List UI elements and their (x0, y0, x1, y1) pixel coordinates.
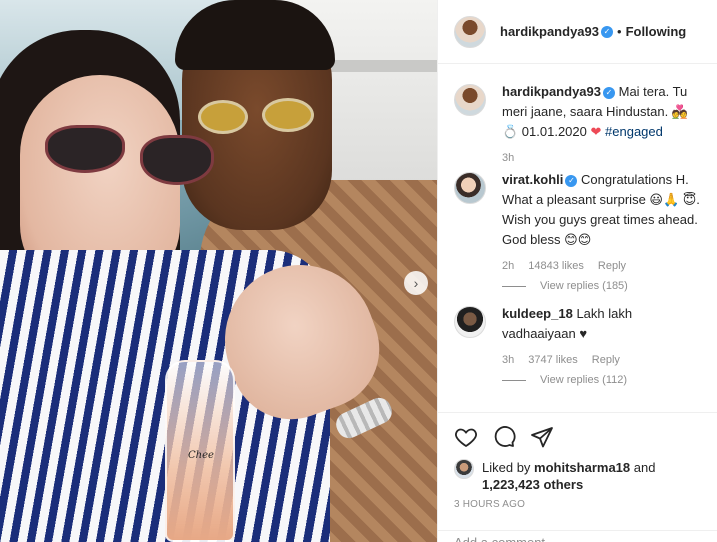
header-username[interactable]: hardikpandya93 (500, 24, 599, 39)
separator-dot: • (617, 24, 622, 39)
verified-badge-icon: ✓ (603, 86, 615, 99)
comment-meta: 3h 3747 likes Reply (502, 354, 701, 366)
hashtag-link[interactable]: #engaged (605, 124, 663, 139)
likes-count[interactable]: 1,223,423 others (482, 477, 583, 492)
comment-username[interactable]: kuldeep_18 (502, 306, 573, 321)
next-photo-button[interactable]: › (404, 271, 428, 295)
photo-man-sunglasses-left (198, 100, 248, 134)
heart-icon[interactable] (454, 425, 478, 452)
post-actions: Liked by mohitsharma18 and 1,223,423 oth… (438, 412, 717, 518)
list-item: kuldeep_18 Lakh lakh vadhaaiyaan ♥ (454, 306, 701, 344)
avatar[interactable] (454, 306, 486, 338)
post-sidebar: hardikpandya93 ✓ • Following hardikpandy… (437, 0, 717, 542)
comment-time[interactable]: 3h (502, 354, 514, 366)
caption-time[interactable]: 3h (502, 152, 514, 164)
comment-icon[interactable] (492, 425, 516, 452)
liked-by-user[interactable]: mohitsharma18 (534, 460, 630, 475)
avatar[interactable] (454, 172, 486, 204)
liked-by-and: and (633, 460, 656, 475)
add-comment-input[interactable]: Add a comment… (438, 530, 717, 542)
view-replies-label: View replies (112) (540, 374, 628, 386)
avatar[interactable] (454, 15, 486, 48)
red-heart-emoji: ❤ (590, 124, 602, 139)
caption-meta: 3h (502, 152, 701, 164)
photo-glass-text: Chee (188, 450, 214, 461)
reply-button[interactable]: Reply (592, 354, 620, 366)
following-button[interactable]: Following (626, 24, 687, 39)
post-photo[interactable]: Chee › (0, 0, 437, 542)
action-buttons (454, 421, 702, 455)
list-item: virat.kohli ✓ Congratulations H. What a p… (454, 172, 701, 250)
verified-badge-icon: ✓ (601, 25, 613, 38)
liked-by-prefix: Liked by (482, 460, 531, 475)
replies-line (502, 285, 526, 287)
comment-time[interactable]: 2h (502, 260, 514, 272)
comment-likes[interactable]: 3747 likes (528, 354, 578, 366)
photo-woman-sunglasses-right (140, 135, 214, 185)
post-header: hardikpandya93 ✓ • Following (438, 0, 717, 64)
replies-line (502, 379, 526, 381)
comments-list: hardikpandya93 ✓ Mai tera. Tu meri jaane,… (438, 84, 717, 386)
photo-woman-sunglasses-left (45, 125, 125, 173)
comment-likes[interactable]: 14843 likes (528, 260, 584, 272)
caption-username[interactable]: hardikpandya93 (502, 84, 601, 99)
comment-username[interactable]: virat.kohli (502, 172, 563, 187)
instagram-post: Chee › hardikpandya93 ✓ • Following hard… (0, 0, 717, 542)
photo-man-sunglasses-right (262, 98, 314, 132)
likes-summary: Liked by mohitsharma18 and 1,223,423 oth… (454, 459, 702, 493)
reply-button[interactable]: Reply (598, 260, 626, 272)
comment-meta: 2h 14843 likes Reply (502, 260, 701, 272)
avatar[interactable] (454, 84, 486, 116)
caption: hardikpandya93 ✓ Mai tera. Tu meri jaane,… (454, 84, 701, 142)
view-replies-button[interactable]: View replies (112) (502, 374, 701, 386)
posted-time[interactable]: 3 HOURS AGO (454, 499, 702, 510)
chevron-right-icon: › (413, 275, 419, 291)
verified-badge-icon: ✓ (565, 174, 578, 187)
avatar[interactable] (454, 459, 474, 479)
view-replies-label: View replies (185) (540, 280, 628, 292)
share-icon[interactable] (530, 425, 554, 452)
view-replies-button[interactable]: View replies (185) (502, 280, 701, 292)
